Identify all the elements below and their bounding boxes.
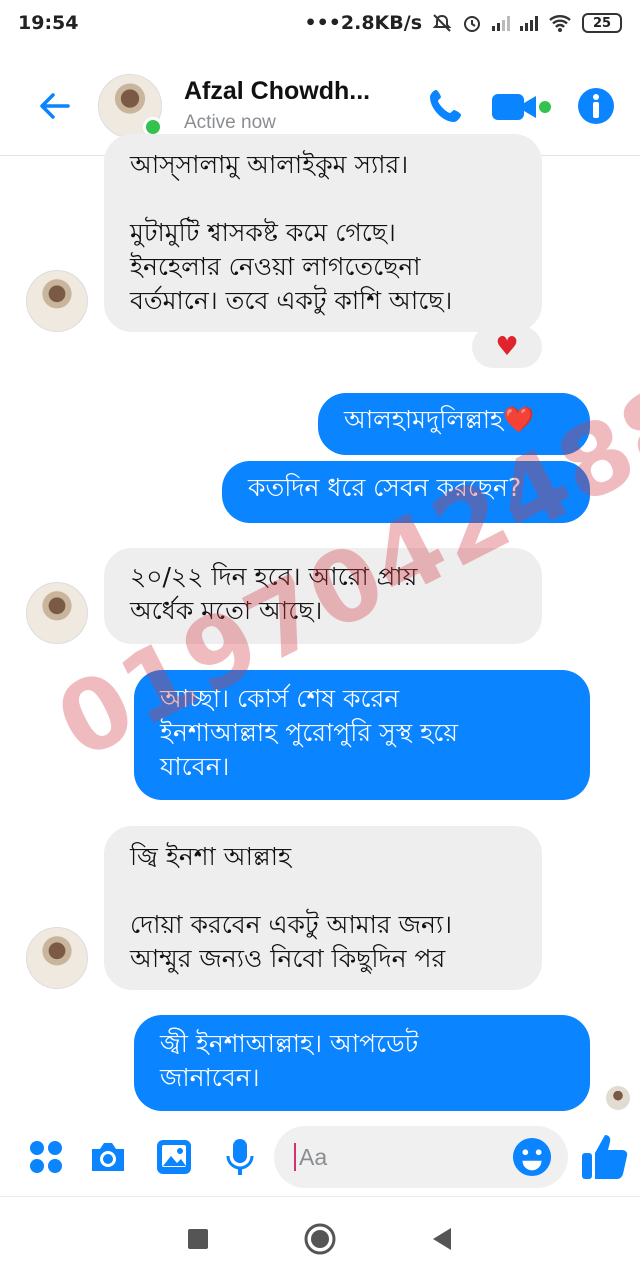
info-icon — [578, 87, 614, 124]
outgoing-message[interactable]: জ্বী ইনশাআল্লাহ। আপডেট জানাবেন। — [134, 1015, 590, 1111]
wifi-icon — [549, 15, 571, 32]
sender-avatar[interactable] — [26, 582, 88, 644]
contact-name: Afzal Chowdh... — [184, 77, 371, 105]
status-right: •••2.8KB/s 25 — [304, 12, 622, 34]
system-nav-bar — [0, 1196, 640, 1280]
text-caret — [294, 1143, 296, 1171]
apps-button[interactable] — [26, 1137, 66, 1177]
battery-icon: 25 — [582, 13, 622, 33]
like-button[interactable] — [578, 1130, 632, 1184]
heart-reaction[interactable]: ♥ — [472, 326, 542, 368]
emoji-button[interactable] — [512, 1137, 552, 1177]
voice-button[interactable] — [220, 1137, 260, 1177]
message-text: জ্বী ইনশাআল্লাহ। আপডেট জানাবেন। — [160, 1029, 419, 1092]
message-text: আস্সালামু আলাইকুম স্যার। মুটামুটি শ্বাসক… — [130, 150, 453, 315]
contact-avatar[interactable] — [98, 73, 163, 138]
outgoing-message[interactable]: আচ্ছা। কোর্স শেষ করেন ইনশাআল্লাহ পুরোপুর… — [134, 670, 590, 800]
back-nav-icon[interactable] — [430, 1226, 454, 1252]
sender-avatar[interactable] — [26, 927, 88, 989]
microphone-icon — [226, 1139, 254, 1175]
camera-icon — [92, 1143, 124, 1171]
thumbs-up-icon — [582, 1135, 628, 1179]
emoji-icon — [512, 1137, 552, 1177]
incoming-message[interactable]: ২০/২২ দিন হবে। আরো প্রায় অর্ধেক মতো আছে… — [104, 548, 542, 644]
sender-avatar[interactable] — [26, 270, 88, 332]
contact-info[interactable]: Afzal Chowdh... Active now — [184, 77, 424, 134]
network-speed: •••2.8KB/s — [304, 12, 422, 34]
gallery-button[interactable] — [154, 1137, 194, 1177]
message-text: আলহামদুলিল্লাহ❤️ — [344, 405, 535, 434]
message-text: আচ্ছা। কোর্স শেষ করেন ইনশাআল্লাহ পুরোপুর… — [160, 684, 458, 781]
phone-icon — [430, 89, 461, 122]
status-time: 19:54 — [18, 12, 79, 34]
mute-icon — [432, 14, 452, 32]
messenger-chat-screen: 19:54 •••2.8KB/s 25 Afzal Chowdh... Acti… — [0, 0, 640, 1280]
message-composer: Aa — [0, 1120, 640, 1194]
signal-icon-1 — [492, 15, 510, 31]
home-icon[interactable] — [303, 1222, 337, 1256]
video-camera-icon — [492, 93, 551, 120]
camera-button[interactable] — [88, 1137, 128, 1177]
message-text: জ্বি ইনশা আল্লাহ দোয়া করবেন একটু আমার জ… — [130, 842, 453, 973]
seen-avatar — [606, 1086, 630, 1110]
heart-icon: ♥ — [495, 332, 519, 362]
four-dots-icon — [30, 1141, 62, 1173]
signal-icon-2 — [520, 15, 538, 31]
outgoing-message[interactable]: কতদিন ধরে সেবন করছেন? — [222, 461, 590, 523]
message-text: কতদিন ধরে সেবন করছেন? — [248, 473, 522, 502]
info-button[interactable] — [574, 84, 618, 128]
outgoing-message[interactable]: আলহামদুলিল্লাহ❤️ — [318, 393, 590, 455]
incoming-message[interactable]: জ্বি ইনশা আল্লাহ দোয়া করবেন একটু আমার জ… — [104, 826, 542, 990]
recents-icon[interactable] — [186, 1227, 210, 1251]
image-icon — [157, 1140, 191, 1174]
status-bar: 19:54 •••2.8KB/s 25 — [0, 0, 640, 46]
incoming-message[interactable]: আস্সালামু আলাইকুম স্যার। মুটামুটি শ্বাসক… — [104, 134, 542, 332]
message-text: ২০/২২ দিন হবে। আরো প্রায় অর্ধেক মতো আছে… — [130, 562, 418, 625]
input-placeholder: Aa — [299, 1143, 328, 1170]
presence-status: Active now — [184, 112, 276, 133]
call-button[interactable] — [424, 84, 468, 128]
arrow-left-icon[interactable] — [36, 88, 72, 124]
video-call-button[interactable] — [490, 84, 552, 128]
alarm-icon — [464, 16, 480, 32]
